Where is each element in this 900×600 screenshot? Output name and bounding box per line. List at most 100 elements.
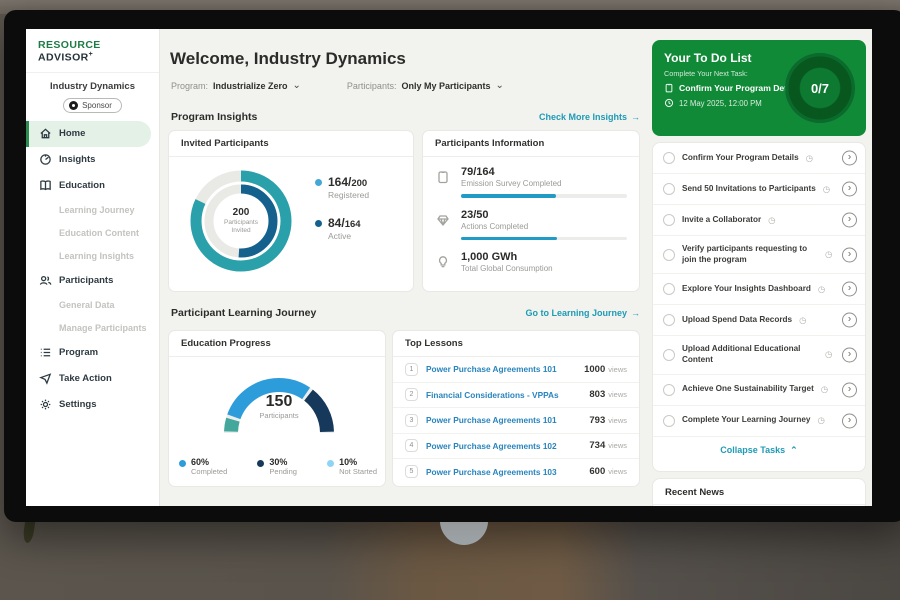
sidebar-item-label: Insights	[59, 154, 95, 165]
task-label: Upload Spend Data Records	[682, 315, 792, 326]
card-title: Participants Information	[423, 131, 639, 157]
recent-news-title: Recent News	[653, 479, 865, 505]
progress-track	[461, 237, 627, 241]
task-row[interactable]: Upload Spend Data Records ◷ ›	[653, 305, 865, 336]
sidebar-item-learning-journey[interactable]: Learning Journey	[26, 199, 159, 222]
lesson-row[interactable]: 2 Financial Considerations - VPPAs 803 v…	[393, 383, 639, 409]
sidebar-item-participants[interactable]: Participants	[26, 268, 159, 294]
task-checkbox[interactable]	[663, 283, 675, 295]
active-dot-icon	[315, 220, 322, 227]
registered-dot-icon	[315, 179, 322, 186]
legend-value: 30%	[269, 457, 297, 467]
lesson-row[interactable]: 4 Power Purchase Agreements 102 734 view…	[393, 434, 639, 460]
dashboard-screen: RESOURCE ADVISOR+ Industry Dynamics Spon…	[26, 29, 872, 506]
chevron-right-icon[interactable]: ›	[842, 413, 857, 428]
sponsor-badge[interactable]: Sponsor	[63, 98, 122, 113]
task-checkbox[interactable]	[663, 214, 675, 226]
participants-filter-dropdown[interactable]: Participants: Only My Participants ⌄	[347, 81, 504, 91]
collapse-tasks-link[interactable]: Collapse Tasks ⌃	[653, 437, 865, 464]
task-checkbox[interactable]	[663, 384, 675, 396]
task-checkbox[interactable]	[663, 415, 675, 427]
task-row[interactable]: Explore Your Insights Dashboard ◷ ›	[653, 274, 865, 305]
pending-dot-icon	[257, 460, 264, 467]
sidebar-item-program[interactable]: Program	[26, 340, 159, 366]
sidebar-item-education-content[interactable]: Education Content	[26, 222, 159, 245]
check-more-insights-link[interactable]: Check More Insights →	[539, 112, 640, 122]
program-filter-value: Industrialize Zero	[213, 81, 288, 91]
stat-value: 1,000 GWh	[461, 251, 625, 263]
chevron-right-icon[interactable]: ›	[842, 213, 857, 228]
lesson-link[interactable]: Power Purchase Agreements 102	[426, 441, 589, 451]
sidebar-item-settings[interactable]: Settings	[26, 392, 159, 418]
clock-icon: ◷	[806, 153, 813, 164]
task-checkbox[interactable]	[663, 183, 675, 195]
lesson-views-label: views	[608, 416, 627, 425]
lesson-link[interactable]: Power Purchase Agreements 101	[426, 415, 589, 425]
task-row[interactable]: Invite a Collaborator ◷ ›	[653, 205, 865, 236]
not-started-dot-icon	[327, 460, 334, 467]
stat-actions-completed: 23/50 Actions Completed	[423, 200, 639, 241]
card-title: Invited Participants	[169, 131, 413, 157]
todo-progress-count: 0/7	[782, 50, 858, 126]
clock-icon: ◷	[818, 284, 825, 295]
lesson-views: 803	[589, 389, 605, 400]
task-row[interactable]: Complete Your Learning Journey ◷ ›	[653, 406, 865, 437]
stat-label: Emission Survey Completed	[461, 179, 625, 188]
sidebar-nav: Home Insights Education Learning Journey…	[26, 121, 159, 418]
lesson-link[interactable]: Financial Considerations - VPPAs	[426, 390, 589, 400]
task-checkbox[interactable]	[663, 249, 675, 261]
task-checkbox[interactable]	[663, 349, 675, 361]
donut-center-caption: Participants Invited	[215, 219, 267, 235]
program-filter-dropdown[interactable]: Program: Industrialize Zero ⌄	[171, 81, 301, 91]
chevron-right-icon[interactable]: ›	[842, 182, 857, 197]
lesson-row[interactable]: 5 Power Purchase Agreements 103 600 view…	[393, 459, 639, 485]
clock-icon: ◷	[768, 215, 775, 226]
page-title: Welcome, Industry Dynamics	[170, 49, 406, 69]
task-checkbox[interactable]	[663, 314, 675, 326]
task-row[interactable]: Achieve One Sustainability Target ◷ ›	[653, 375, 865, 406]
task-label: Invite a Collaborator	[682, 215, 761, 226]
lesson-link[interactable]: Power Purchase Agreements 103	[426, 467, 589, 477]
task-row[interactable]: Send 50 Invitations to Participants ◷ ›	[653, 174, 865, 205]
invited-donut-chart: 200 Participants Invited	[185, 165, 297, 277]
chevron-right-icon[interactable]: ›	[842, 382, 857, 397]
chevron-right-icon[interactable]: ›	[842, 247, 857, 262]
go-to-learning-journey-link[interactable]: Go to Learning Journey →	[525, 308, 640, 318]
sidebar-item-home[interactable]: Home	[26, 121, 151, 147]
todo-hero-card: Your To Do List Complete Your Next Task:…	[652, 40, 866, 136]
lesson-rank-badge: 5	[405, 465, 418, 478]
brand-logo[interactable]: RESOURCE ADVISOR+	[26, 29, 159, 73]
sidebar-item-education[interactable]: Education	[26, 173, 159, 199]
survey-icon	[436, 170, 450, 184]
lesson-views-label: views	[608, 390, 627, 399]
lesson-link[interactable]: Power Purchase Agreements 101	[426, 364, 584, 374]
top-lessons-card: Top Lessons 1 Power Purchase Agreements …	[392, 330, 640, 487]
task-checkbox[interactable]	[663, 152, 675, 164]
chevron-right-icon[interactable]: ›	[842, 282, 857, 297]
chevron-right-icon[interactable]: ›	[842, 151, 857, 166]
lesson-views: 1000	[584, 364, 605, 375]
legend-value: 10%	[339, 457, 377, 467]
sidebar-item-insights[interactable]: Insights	[26, 147, 159, 173]
sidebar-item-manage-participants[interactable]: Manage Participants	[26, 317, 159, 340]
sidebar-item-learning-insights[interactable]: Learning Insights	[26, 245, 159, 268]
education-gauge-chart: 150 Participants	[213, 363, 345, 439]
learning-journey-header: Participant Learning Journey Go to Learn…	[171, 307, 640, 319]
task-row[interactable]: Confirm Your Program Details ◷ ›	[653, 143, 865, 174]
task-row[interactable]: Verify participants requesting to join t…	[653, 236, 865, 274]
gauge-legend: 60% Completed 30% Pending 10% Not Starte…	[179, 457, 377, 476]
sidebar-item-general-data[interactable]: General Data	[26, 294, 159, 317]
gauge-center-label: 150 Participants	[213, 393, 345, 420]
legend-not-started: 10% Not Started	[327, 457, 377, 476]
lesson-row[interactable]: 3 Power Purchase Agreements 101 793 view…	[393, 408, 639, 434]
lesson-row[interactable]: 1 Power Purchase Agreements 101 1000 vie…	[393, 357, 639, 383]
chevron-right-icon[interactable]: ›	[842, 347, 857, 362]
clock-icon: ◷	[817, 415, 824, 426]
chevron-right-icon[interactable]: ›	[842, 313, 857, 328]
active-label: Active	[328, 231, 361, 241]
lesson-rank-badge: 2	[405, 388, 418, 401]
sidebar-item-take-action[interactable]: Take Action	[26, 366, 159, 392]
sponsor-icon	[69, 101, 78, 110]
task-row[interactable]: Upload Additional Educational Content ◷ …	[653, 336, 865, 374]
task-label: Upload Additional Educational Content	[682, 344, 818, 365]
